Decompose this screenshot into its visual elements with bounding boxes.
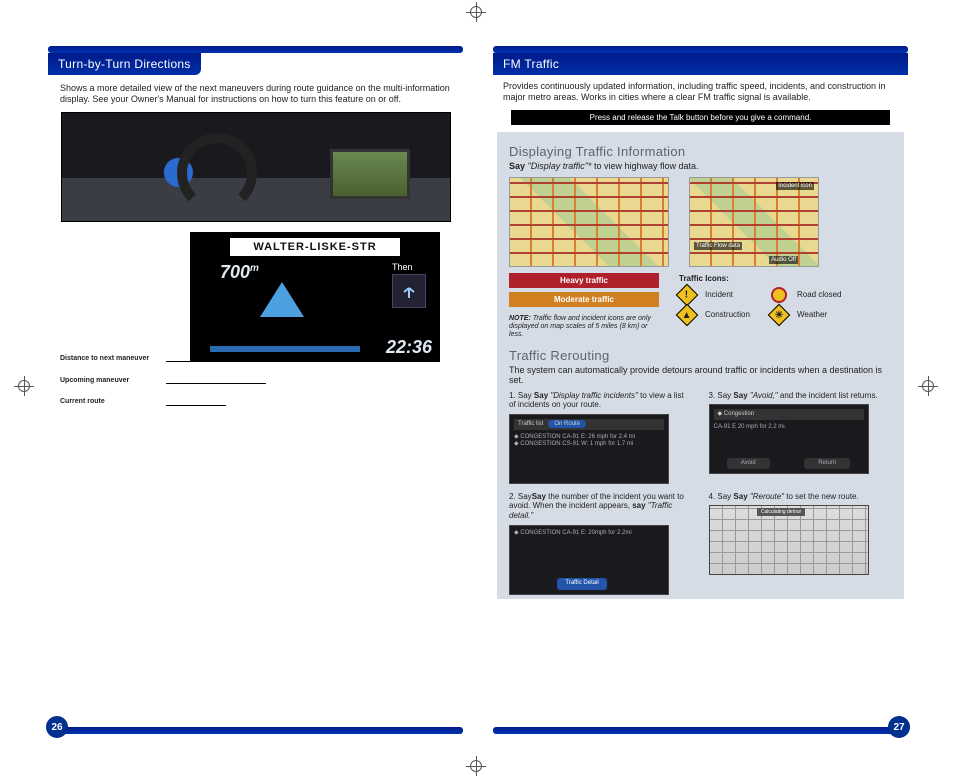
- construction-icon: ▲: [676, 303, 699, 326]
- dashboard-photo: [61, 112, 451, 222]
- leader-line: [166, 361, 236, 362]
- say-line: Say "Display traffic"* to view highway f…: [509, 161, 892, 171]
- subhead-rerouting: Traffic Rerouting: [509, 348, 892, 363]
- icons-heading: Traffic Icons:: [679, 274, 729, 283]
- talk-instruction-bar: Press and release the Talk button before…: [511, 110, 890, 125]
- subhead-display-traffic: Displaying Traffic Information: [509, 144, 892, 159]
- crop-mark: [470, 760, 484, 774]
- legend-note: NOTE: Traffic flow and incident icons ar…: [509, 315, 659, 340]
- crop-mark: [922, 380, 936, 394]
- leader-line: [166, 383, 266, 384]
- section-tab-fmtraffic: FM Traffic: [493, 53, 908, 75]
- step2-screenshot: ◆ CONGESTION CA-91 E: 20mph for 2.2mi Tr…: [509, 525, 669, 595]
- traffic-map-wide: [509, 177, 669, 267]
- icon-label: Weather: [797, 310, 857, 319]
- icon-label: Road closed: [797, 290, 857, 299]
- then-label: Then: [392, 262, 432, 308]
- rerouting-intro: The system can automatically provide det…: [509, 365, 892, 385]
- legend-heavy: Heavy traffic: [509, 273, 659, 288]
- crop-mark: [470, 6, 484, 20]
- step-1: 1. Say Say "Display traffic incidents" t…: [509, 391, 693, 484]
- mid-display: WALTER-LISKE-STR 700m Then 22:36: [190, 232, 440, 362]
- weather-icon: ☀: [768, 303, 791, 326]
- icon-label: Construction: [705, 310, 765, 319]
- route-line: [210, 346, 360, 352]
- incident-icon: !: [676, 283, 699, 306]
- intro-text: Shows a more detailed view of the next m…: [60, 83, 451, 106]
- callout-labels: Distance to next maneuver Upcoming maneu…: [60, 355, 170, 420]
- callout-upcoming: Upcoming maneuver: [60, 377, 170, 385]
- step-4: 4. Say Say "Reroute" to set the new rout…: [709, 492, 893, 595]
- page-number-left: 26: [46, 716, 68, 738]
- bottom-rule: [493, 727, 908, 734]
- top-rule: [493, 46, 908, 53]
- top-rule: [48, 46, 463, 53]
- time-value: 22:36: [386, 337, 432, 358]
- step-2: 2. SaySay the number of the incident you…: [509, 492, 693, 595]
- legend-moderate: Moderate traffic: [509, 292, 659, 307]
- leader-line: [166, 405, 226, 406]
- section-tab-turnbyturn: Turn-by-Turn Directions: [48, 53, 201, 75]
- label-incident-icon: Incident icon: [776, 182, 814, 190]
- traffic-map-zoom: Incident icon Traffic Flow data Audio Of…: [689, 177, 819, 267]
- step4-screenshot: Calculating detour: [709, 505, 869, 575]
- street-name: WALTER-LISKE-STR: [230, 238, 400, 256]
- distance-value: 700m: [220, 262, 259, 283]
- page-left: Turn-by-Turn Directions Shows a more det…: [48, 46, 463, 746]
- label-flow-data: Traffic Flow data: [694, 242, 742, 250]
- page-number-right: 27: [888, 716, 910, 738]
- bottom-rule: [48, 727, 463, 734]
- road-closed-icon: [771, 287, 787, 303]
- callout-route: Current route: [60, 398, 170, 406]
- intro-text: Provides continuously updated informatio…: [503, 81, 898, 104]
- step-3: 3. Say Say "Avoid," and the incident lis…: [709, 391, 893, 484]
- page-right: FM Traffic Provides continuously updated…: [493, 46, 908, 746]
- callout-distance: Distance to next maneuver: [60, 355, 170, 363]
- crop-mark: [18, 380, 32, 394]
- maneuver-arrow-icon: [260, 282, 304, 317]
- icon-label: Incident: [705, 290, 765, 299]
- step3-screenshot: ◆ Congestion CA-91 E 20 mph for 2.2 mi. …: [709, 404, 869, 474]
- step1-screenshot: Traffic list On Route ◆ CONGESTION CA-91…: [509, 414, 669, 484]
- label-audio-off: Audio Off: [769, 256, 798, 264]
